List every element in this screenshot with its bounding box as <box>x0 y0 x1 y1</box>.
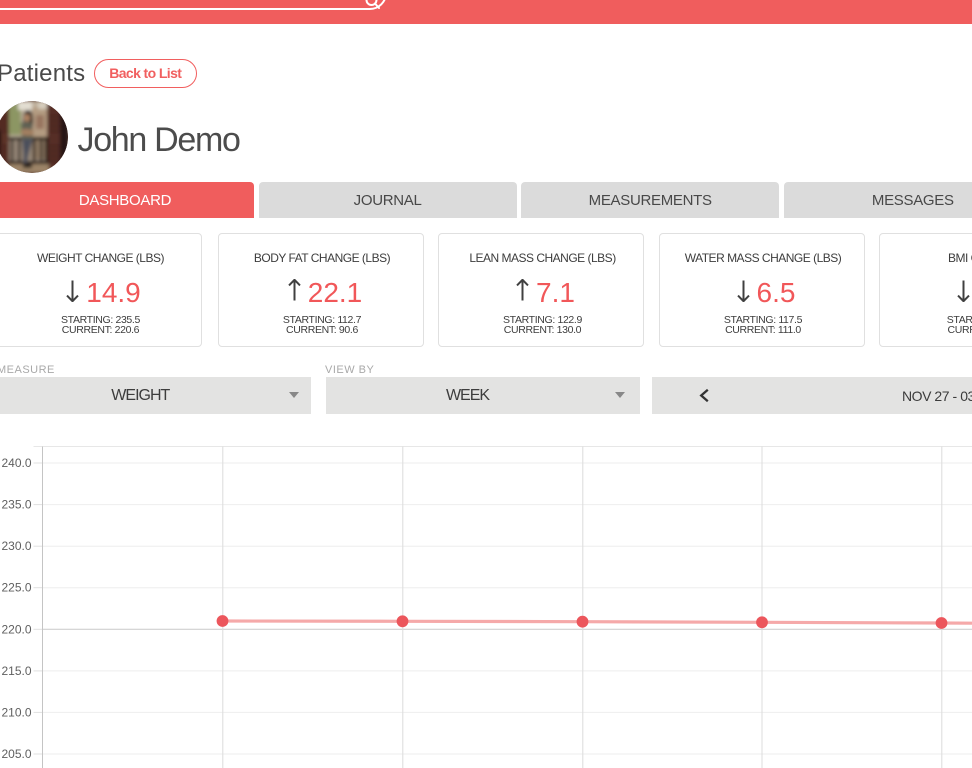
svg-text:220.0: 220.0 <box>1 622 31 636</box>
svg-text:205.0: 205.0 <box>1 747 31 761</box>
svg-text:240.0: 240.0 <box>1 456 31 470</box>
svg-text:235.0: 235.0 <box>1 498 31 512</box>
svg-text:215.0: 215.0 <box>1 664 31 678</box>
svg-text:210.0: 210.0 <box>1 705 31 719</box>
svg-text:225.0: 225.0 <box>1 581 31 595</box>
svg-text:230.0: 230.0 <box>1 539 31 553</box>
